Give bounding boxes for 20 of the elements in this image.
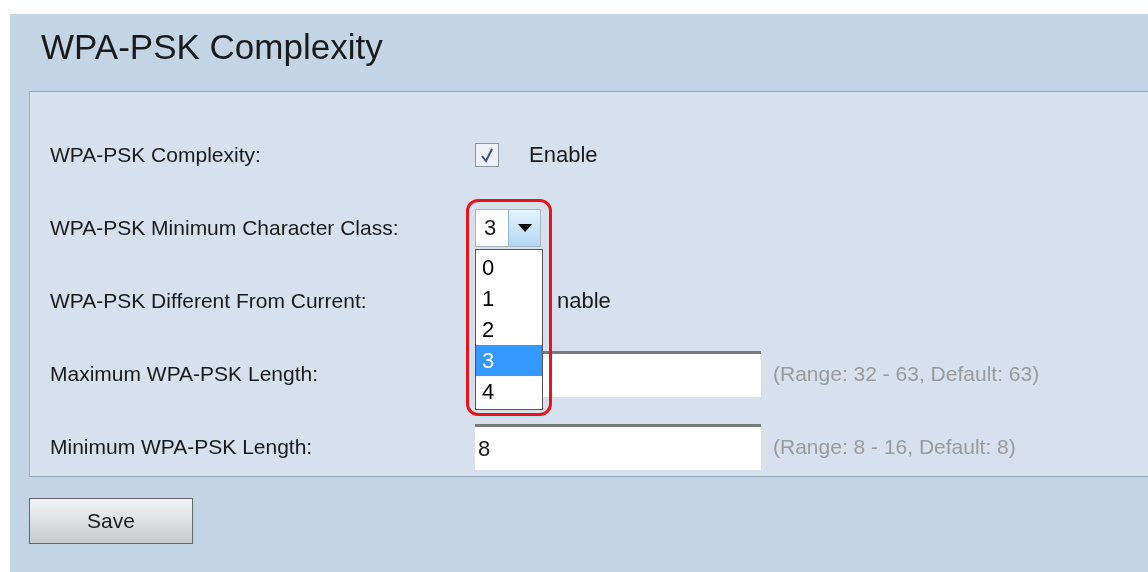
field-label: Maximum WPA-PSK Length: [50, 360, 320, 387]
dropdown-option[interactable]: 1 [476, 282, 542, 314]
caret-icon [508, 209, 540, 246]
dropdown-option[interactable]: 4 [476, 375, 542, 407]
field-label: WPA-PSK Complexity: [50, 141, 262, 168]
text-field[interactable]: 8 [475, 423, 761, 470]
range-hint: (Range: 8 - 16, Default: 8) [773, 433, 1016, 460]
option-label: nable [557, 288, 611, 313]
field-label: WPA-PSK Different From Current: [50, 287, 368, 314]
checkmark-icon [480, 146, 494, 163]
range-hint: (Range: 32 - 63, Default: 63) [773, 360, 1040, 387]
dropdown-select[interactable]: 3 [475, 208, 541, 247]
field-label: WPA-PSK Minimum Character Class: [50, 214, 400, 241]
page-title: WPA-PSK Complexity [40, 26, 384, 68]
save-button[interactable]: Save [29, 498, 193, 544]
checkbox[interactable] [475, 142, 499, 167]
option-label: Enable [529, 141, 598, 169]
dropdown-option[interactable]: 2 [476, 313, 542, 345]
field-label: Minimum WPA-PSK Length: [50, 433, 314, 460]
dropdown-option[interactable]: 0 [476, 251, 542, 283]
